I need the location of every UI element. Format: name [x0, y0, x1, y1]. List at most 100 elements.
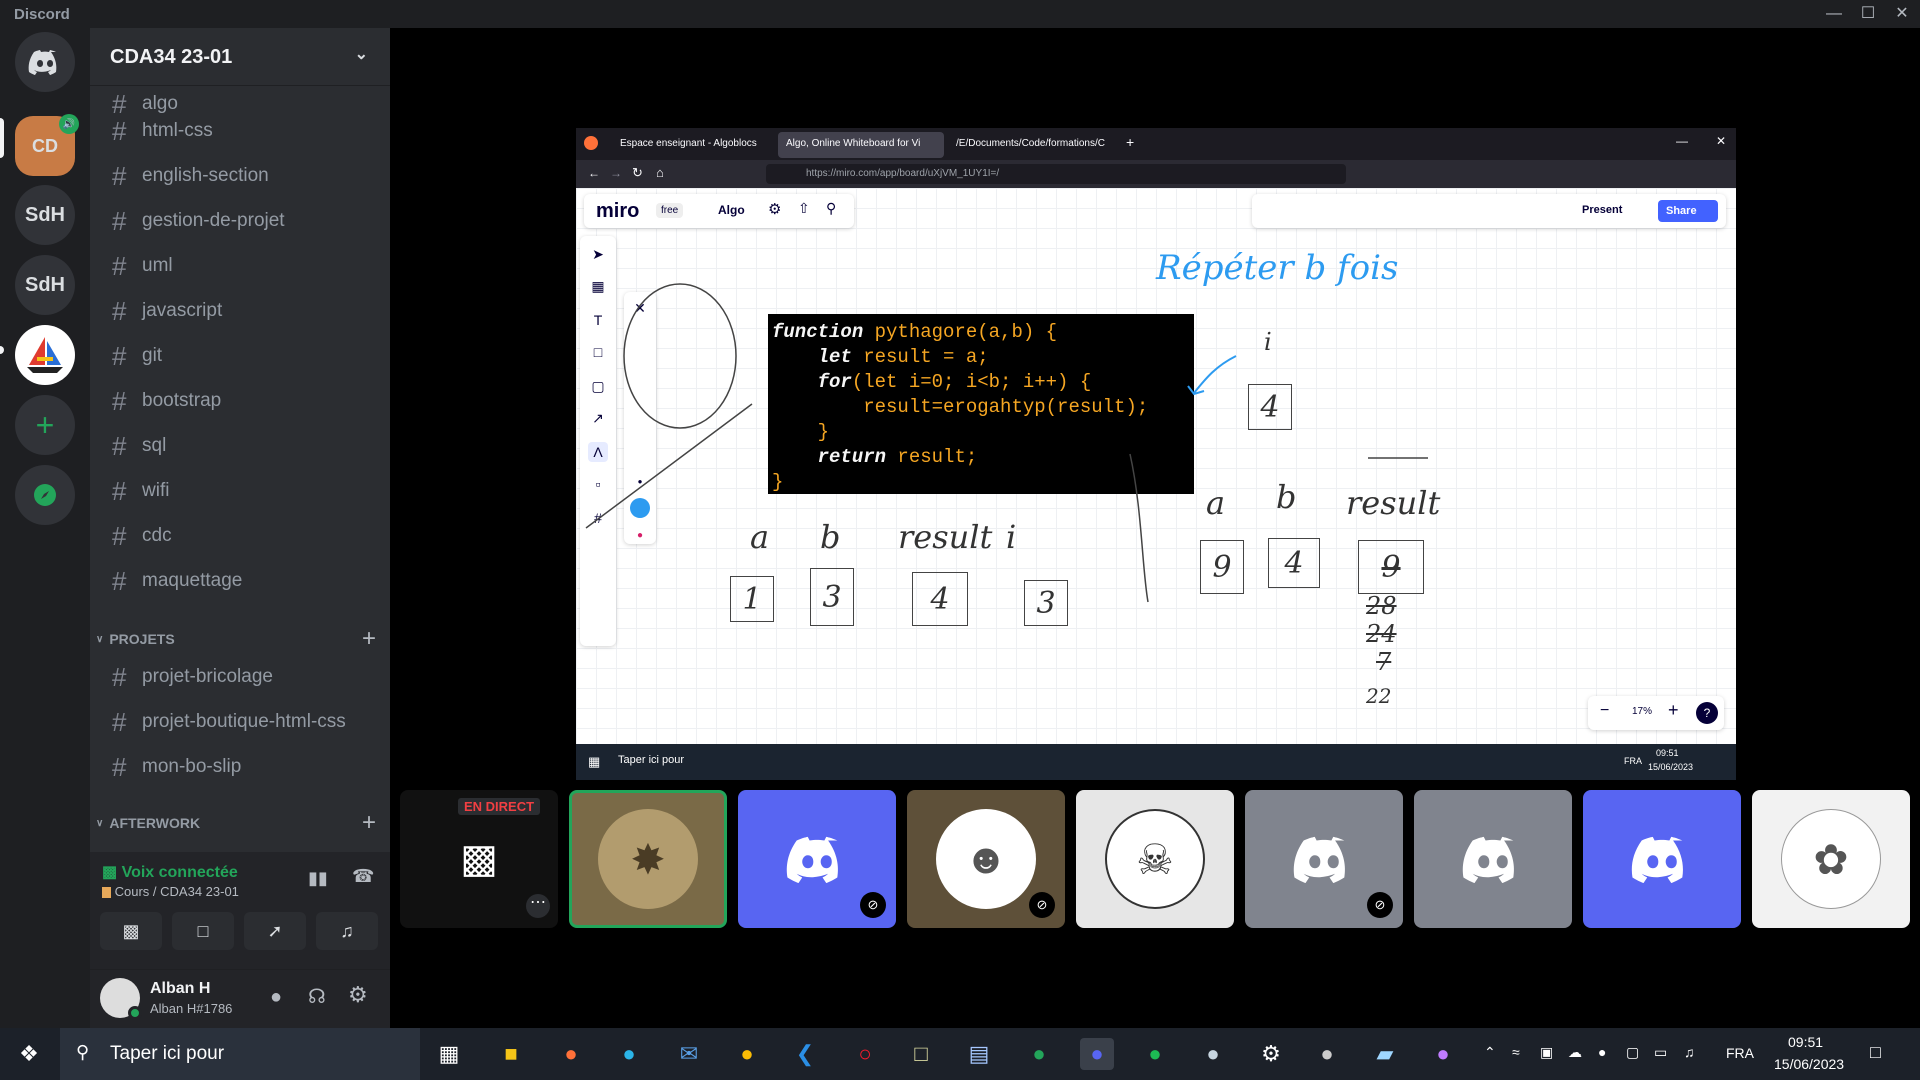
discord-home-button[interactable] — [15, 32, 75, 92]
participant-tile[interactable]: ✸ — [569, 790, 727, 928]
avatar[interactable] — [100, 978, 142, 1020]
language-indicator[interactable]: FRA — [1726, 1045, 1754, 1061]
voice-status[interactable]: ▩ Voix connectée — [102, 862, 238, 882]
back-icon[interactable]: ← — [588, 166, 600, 180]
activities-button[interactable]: ➚ — [244, 912, 306, 950]
home-icon[interactable]: ⌂ — [656, 165, 664, 180]
add-server-button[interactable]: + — [15, 395, 75, 455]
server-cda-button[interactable]: CD 🔊 — [15, 114, 79, 176]
app-icon[interactable]: □ — [904, 1038, 938, 1070]
disconnect-icon[interactable]: ☎ — [352, 866, 374, 887]
participant-tile[interactable]: ✿ — [1752, 790, 1910, 928]
help-icon[interactable]: ? — [1696, 702, 1718, 724]
zoom-in-icon[interactable]: + — [1668, 700, 1679, 721]
channel-cdc[interactable]: # cdc — [100, 517, 380, 555]
server-sdh-2-button[interactable]: SdH — [15, 255, 75, 315]
headphones-icon[interactable]: ☊ — [308, 984, 326, 1009]
spotify-icon[interactable]: ● — [1138, 1038, 1172, 1070]
gear-icon[interactable]: ⚙ — [348, 982, 368, 1008]
cloud-icon[interactable]: ☁ — [1568, 1044, 1582, 1061]
app-icon[interactable]: ▰ — [1368, 1038, 1402, 1070]
clock-date[interactable]: 15/06/2023 — [1774, 1056, 1844, 1072]
server-header[interactable]: CDA34 23-01 ⌄ — [90, 28, 390, 86]
browser-tab[interactable]: Espace enseignant - Algoblocs — [612, 132, 774, 158]
steam-icon[interactable]: ● — [1196, 1038, 1230, 1070]
opera-icon[interactable]: ○ — [848, 1038, 882, 1070]
app-icon[interactable]: ▤ — [962, 1038, 996, 1070]
explore-servers-button[interactable] — [15, 465, 75, 525]
channel-gestion-de-projet[interactable]: # gestion-de-projet — [100, 202, 380, 240]
maximize-icon[interactable]: ☐ — [1851, 2, 1885, 26]
app-icon[interactable]: ● — [1310, 1038, 1344, 1070]
server-sailboat-button[interactable] — [15, 325, 75, 385]
channel-projet-boutique-html-css[interactable]: # projet-boutique-html-css — [100, 703, 380, 741]
add-channel-icon[interactable]: + — [362, 809, 376, 837]
share-screen-button[interactable]: □ — [172, 912, 234, 950]
reload-icon[interactable]: ↻ — [632, 165, 643, 181]
channel-mon-bo-slip[interactable]: # mon-bo-slip — [100, 748, 380, 786]
participant-tile[interactable]: ☠ — [1076, 790, 1234, 928]
camera-button[interactable]: ▩ — [100, 912, 162, 950]
participant-tile[interactable] — [1583, 790, 1741, 928]
display-icon[interactable]: ▢ — [1626, 1044, 1639, 1061]
minimize-icon[interactable]: — — [1817, 2, 1851, 26]
browser-tab[interactable]: /E/Documents/Code/formations/C — [948, 132, 1108, 158]
channel-git[interactable]: # git — [100, 337, 380, 375]
clock-time[interactable]: 09:51 — [1788, 1034, 1823, 1050]
channel-html-css[interactable]: # html-css — [100, 112, 380, 150]
firefox-icon[interactable]: ● — [554, 1038, 588, 1070]
category-afterwork[interactable]: ∨ AFTERWORK + — [96, 809, 384, 836]
windows-start-icon[interactable]: ❖ — [12, 1038, 46, 1070]
add-channel-icon[interactable]: + — [362, 625, 376, 653]
volume-icon[interactable]: ♫ — [1684, 1044, 1695, 1060]
channel-wifi[interactable]: # wifi — [100, 472, 380, 510]
category-projets[interactable]: ∨ PROJETS + — [96, 625, 384, 652]
stream-preview-tile[interactable]: EN DIRECT ▩ ⋯ — [400, 790, 558, 928]
file-explorer-icon[interactable]: ■ — [494, 1038, 528, 1070]
channel-maquettage[interactable]: # maquettage — [100, 562, 380, 600]
channel-bootstrap[interactable]: # bootstrap — [100, 382, 380, 420]
participant-tile[interactable]: ⊘ — [738, 790, 896, 928]
voice-location[interactable]: Cours / CDA34 23-01 — [102, 884, 239, 899]
miro-board[interactable]: miro free Algo ⚙ ⇧ ⚲ Present Share ➤ ▦ T… — [576, 188, 1736, 744]
more-options-icon[interactable]: ⋯ — [526, 894, 550, 918]
webcam-icon[interactable]: ▣ — [1540, 1044, 1553, 1061]
shared-screen-browser[interactable]: Espace enseignant - Algoblocs Algo, Onli… — [576, 128, 1736, 780]
microphone-icon[interactable]: ● — [270, 986, 282, 1009]
app-icon[interactable]: ● — [1022, 1038, 1056, 1070]
participant-tile[interactable]: ☻ ⊘ — [907, 790, 1065, 928]
mail-icon[interactable]: ✉ — [672, 1038, 706, 1070]
server-sdh-1-button[interactable]: SdH — [15, 185, 75, 245]
network-icon[interactable]: ≈ — [1512, 1044, 1520, 1060]
discord-taskbar-icon[interactable]: ● — [1080, 1038, 1114, 1070]
inner-search[interactable]: Taper ici pour — [618, 754, 684, 766]
taskbar-search[interactable]: ⚲ Taper ici pour — [60, 1028, 420, 1080]
chrome-icon[interactable]: ● — [730, 1038, 764, 1070]
url-field[interactable]: https://miro.com/app/board/uXjVM_1UY1I=/ — [766, 164, 1346, 184]
channel-uml[interactable]: # uml — [100, 247, 380, 285]
edge-icon[interactable]: ● — [612, 1038, 646, 1070]
chevron-up-icon[interactable]: ⌃ — [1484, 1044, 1496, 1061]
vscode-icon[interactable]: ❮ — [788, 1038, 822, 1070]
minimize-icon[interactable]: — — [1676, 134, 1688, 148]
forward-icon[interactable]: → — [610, 166, 622, 180]
channel-javascript[interactable]: # javascript — [100, 292, 380, 330]
windows-start-icon[interactable]: ▦ — [588, 754, 600, 770]
microphone-icon[interactable]: ● — [1598, 1044, 1606, 1060]
channel-sql[interactable]: # sql — [100, 427, 380, 465]
new-tab-icon[interactable]: + — [1126, 134, 1134, 150]
channel-projet-bricolage[interactable]: # projet-bricolage — [100, 658, 380, 696]
soundboard-button[interactable]: ♫ — [316, 912, 378, 950]
app-icon[interactable]: ● — [1426, 1038, 1460, 1070]
participant-tile[interactable]: ⊘ — [1245, 790, 1403, 928]
browser-tab-active[interactable]: Algo, Online Whiteboard for Vi — [778, 132, 944, 158]
close-icon[interactable]: ✕ — [1716, 134, 1726, 148]
battery-icon[interactable]: ▭ — [1654, 1044, 1667, 1061]
noise-suppression-icon[interactable]: ▮▮ — [308, 868, 328, 889]
notifications-icon[interactable]: □ — [1870, 1042, 1881, 1063]
settings-icon[interactable]: ⚙ — [1254, 1038, 1288, 1070]
zoom-out-icon[interactable]: − — [1600, 702, 1609, 720]
channel-english-section[interactable]: # english-section — [100, 157, 380, 195]
close-icon[interactable]: ✕ — [1885, 2, 1919, 26]
task-view-icon[interactable]: ▦ — [432, 1038, 466, 1070]
